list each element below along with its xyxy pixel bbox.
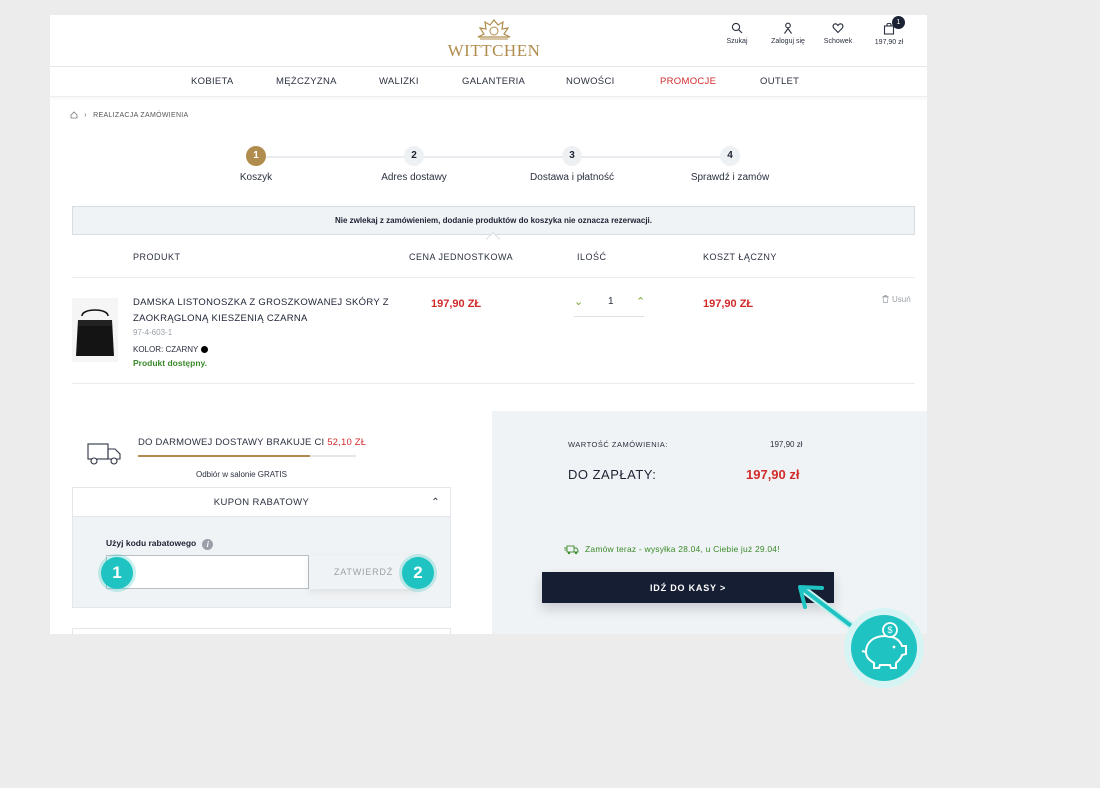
product-sku: 97-4-603-1	[133, 328, 173, 337]
step-badge-2: 2	[402, 557, 434, 589]
step-3-circle: 3	[562, 146, 582, 166]
shipping-note-text: Zamów teraz - wysyłka 28.04, u Ciebie ju…	[585, 544, 780, 554]
step-2-label: Adres dostawy	[381, 172, 447, 183]
shipping-note: Zamów teraz - wysyłka 28.04, u Ciebie ju…	[564, 544, 780, 555]
remove-label: Usuń	[892, 295, 911, 304]
row-divider	[72, 383, 915, 384]
handbag-image	[76, 309, 114, 356]
header-cart[interactable]: 1 197,90 zł	[872, 16, 906, 46]
brand-logo[interactable]: WITTCHEN	[442, 17, 546, 63]
nav-item-outlet[interactable]: OUTLET	[760, 76, 799, 87]
info-icon[interactable]: i	[202, 539, 214, 550]
step-badge-1: 1	[101, 557, 133, 589]
steps-line	[266, 156, 738, 158]
free-delivery-label: DO DARMOWEJ DOSTAWY BRAKUJE CI	[138, 437, 328, 448]
header-wishlist[interactable]: Schowek	[820, 22, 856, 45]
nav-item-kobieta[interactable]: KOBIETA	[191, 76, 234, 87]
piggy-bank-icon: $	[844, 608, 924, 688]
cart-count-badge: 1	[892, 16, 905, 29]
checkout-button[interactable]: IDŹ DO KASY >	[542, 572, 834, 603]
delivery-truck-icon	[564, 545, 579, 555]
coupon-title: KUPON RABATOWY	[213, 497, 310, 508]
col-header-product: PRODUKT	[133, 252, 181, 262]
nav-item-nowosci[interactable]: NOWOŚCI	[566, 76, 615, 87]
coupon-code-input[interactable]	[106, 555, 309, 589]
nav-item-promocje[interactable]: PROMOCJE	[660, 76, 716, 87]
to-pay-value: 197,90 zł	[746, 467, 800, 482]
product-color-label: KOLOR: CZARNY	[133, 345, 199, 354]
dollar-sign-glyph: $	[887, 625, 892, 635]
home-icon[interactable]	[70, 111, 78, 119]
crest-icon	[477, 19, 511, 40]
table-divider	[72, 277, 915, 278]
step-4-label: Sprawdź i zamów	[690, 172, 770, 183]
coupon-panel: KUPON RABATOWY ⌃ Użyj kodu rabatowego i Z…	[72, 487, 451, 608]
step-1-label: Koszyk	[239, 172, 273, 183]
qty-decrease-chevron-down-icon[interactable]: ⌄	[574, 295, 583, 308]
chevron-up-icon: ⌃	[431, 497, 440, 508]
piggy-bank-badge: $	[844, 608, 924, 688]
coupon-toggle[interactable]: KUPON RABATOWY ⌃	[73, 488, 450, 517]
heart-icon	[832, 23, 844, 34]
nav-item-galanteria[interactable]: GALANTERIA	[462, 76, 525, 87]
col-header-unit-price: CENA JEDNOSTKOWA	[409, 252, 514, 262]
header-login[interactable]: Zaloguj się	[766, 22, 810, 45]
header-cart-label: 197,90 zł	[874, 39, 904, 46]
nav-item-mezczyzna[interactable]: MĘŻCZYZNA	[276, 76, 337, 87]
free-delivery-amount: 52,10 ZŁ	[327, 437, 367, 448]
cart-page: WITTCHEN Szukaj Zaloguj się Schowek 1 19…	[50, 15, 927, 634]
order-value: 197,90 zł	[770, 440, 803, 449]
search-icon	[731, 22, 743, 34]
trash-icon	[882, 295, 889, 303]
product-availability: Produkt dostępny.	[133, 358, 207, 368]
truck-icon	[87, 443, 121, 465]
qty-underline	[574, 316, 644, 317]
header-login-label: Zaloguj się	[771, 38, 805, 45]
step-1-circle: 1	[246, 146, 266, 166]
header-search-label: Szukaj	[726, 38, 748, 45]
header-wishlist-label: Schowek	[823, 38, 853, 45]
nav-item-walizki[interactable]: WALIZKI	[379, 76, 419, 87]
order-value-label: WARTOŚĆ ZAMÓWIENIA:	[568, 440, 668, 449]
free-delivery-progress-fill	[138, 455, 311, 457]
step-2-circle: 2	[404, 146, 424, 166]
user-icon	[784, 22, 792, 34]
step-3-label: Dostawa i płatność	[530, 172, 614, 183]
coupon-label-text: Użyj kodu rabatowego	[106, 538, 197, 548]
color-swatch	[201, 346, 209, 353]
col-header-quantity: ILOŚĆ	[577, 252, 607, 262]
total-price: 197,90 ZŁ	[703, 298, 754, 310]
product-name[interactable]: DAMSKA LISTONOSZKA Z GROSZKOWANEJ SKÓRY …	[133, 295, 393, 327]
main-nav: KOBIETA MĘŻCZYZNA WALIZKI GALANTERIA NOW…	[50, 67, 927, 97]
coupon-label: Użyj kodu rabatowego i	[106, 538, 214, 550]
breadcrumb: › REALIZACJA ZAMÓWIENIA	[70, 111, 189, 119]
chevron-right-icon: ›	[84, 112, 87, 119]
reservation-info-box: Nie zwlekaj z zamówieniem, dodanie produ…	[72, 206, 915, 235]
unit-price: 197,90 ZŁ	[431, 298, 482, 310]
qty-value[interactable]: 1	[608, 296, 614, 307]
pickup-note: Odbiór w salonie GRATIS	[196, 470, 287, 479]
breadcrumb-current: REALIZACJA ZAMÓWIENIA	[93, 112, 189, 119]
free-delivery-text: DO DARMOWEJ DOSTAWY BRAKUJE CI 52,10 ZŁ	[138, 437, 366, 448]
col-header-total: KOSZT ŁĄCZNY	[703, 252, 777, 262]
next-panel-edge	[72, 628, 451, 634]
free-delivery-progress	[138, 455, 356, 457]
qty-increase-chevron-up-icon[interactable]: ⌃	[636, 295, 645, 308]
order-summary: WARTOŚĆ ZAMÓWIENIA: 197,90 zł DO ZAPŁATY…	[492, 411, 927, 634]
to-pay-label: DO ZAPŁATY:	[568, 467, 657, 482]
site-header: WITTCHEN Szukaj Zaloguj się Schowek 1 19…	[50, 15, 927, 67]
product-color: KOLOR: CZARNY	[133, 345, 209, 354]
remove-button[interactable]: Usuń	[882, 295, 911, 304]
header-search[interactable]: Szukaj	[725, 22, 749, 45]
step-4-circle: 4	[720, 146, 740, 166]
product-image[interactable]	[72, 298, 118, 362]
coupon-body: Użyj kodu rabatowego i ZATWIERDŹ	[73, 517, 450, 607]
brand-name: WITTCHEN	[447, 41, 541, 60]
